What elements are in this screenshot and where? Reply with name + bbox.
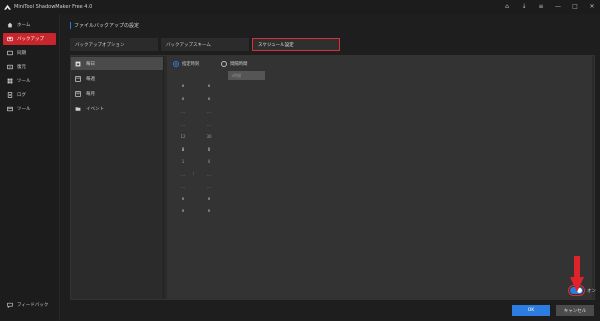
schedule-type-label: イベント bbox=[86, 106, 104, 112]
settings-panel: 毎日 毎週 毎月 イベント 指定時刻 間隔時間 1時間 ∧ ∧ ... ... … bbox=[70, 55, 595, 300]
minimize-button[interactable]: — bbox=[554, 3, 562, 11]
title-bar: MiniTool ShadowMaker Free 4.0 ⌂ ↓ ≡ — □ … bbox=[0, 0, 600, 14]
sidebar-item-label: ツール bbox=[17, 107, 31, 112]
app-logo-icon bbox=[4, 4, 11, 11]
download-icon[interactable]: ↓ bbox=[520, 3, 528, 11]
app-title: MiniTool ShadowMaker Free 4.0 bbox=[14, 4, 93, 10]
schedule-type-daily[interactable]: 毎日 bbox=[71, 57, 163, 70]
minute-value: ... bbox=[207, 109, 211, 114]
tab-backup-options[interactable]: バックアップオプション bbox=[70, 38, 158, 51]
time-colon: : bbox=[193, 171, 195, 176]
radio-label: 指定時刻 bbox=[182, 62, 200, 67]
radio-interval-time[interactable]: 間隔時間 bbox=[221, 61, 247, 67]
settings-tabs: バックアップオプション バックアップスキーム スケジュール設定 bbox=[70, 38, 340, 51]
annotation-arrow-icon bbox=[570, 256, 584, 292]
minute-value: ... bbox=[207, 171, 211, 177]
tool2-icon bbox=[7, 106, 13, 112]
hour-value: ... bbox=[181, 184, 185, 189]
schedule-type-list: 毎日 毎週 毎月 イベント bbox=[71, 56, 164, 299]
sidebar-item-restore[interactable]: 復元 bbox=[3, 61, 56, 73]
hour-picker[interactable]: ∧ ∧ ... ... 12 8 1 ... ... ∨ ∨ bbox=[177, 81, 189, 219]
log-icon bbox=[7, 92, 13, 98]
daily-icon bbox=[75, 61, 81, 67]
schedule-settings-area: 指定時刻 間隔時間 1時間 ∧ ∧ ... ... 12 8 1 ... ...… bbox=[167, 56, 592, 299]
sidebar: ホーム バックアップ 同期 復元 ツール ログ ツール フィードバック bbox=[0, 14, 60, 321]
page-title-bar: ファイルバックアップの設定 bbox=[70, 22, 139, 29]
minute-down-icon[interactable]: ∨ bbox=[203, 194, 215, 207]
hour-value: 1 bbox=[181, 159, 185, 164]
interval-input[interactable]: 1時間 bbox=[228, 71, 265, 80]
close-button[interactable]: ✕ bbox=[588, 3, 596, 11]
monthly-icon bbox=[75, 90, 81, 97]
window-controls: ⌂ ↓ ≡ — □ ✕ bbox=[503, 3, 596, 11]
hour-value: ... bbox=[181, 109, 185, 114]
minute-value: ... bbox=[207, 121, 211, 127]
backup-icon bbox=[7, 36, 13, 42]
minute-up-icon[interactable]: ∧ bbox=[203, 81, 215, 94]
hour-up-icon[interactable]: ∧ bbox=[177, 94, 189, 107]
sidebar-item-sync[interactable]: 同期 bbox=[3, 47, 56, 59]
hour-down-icon[interactable]: ∨ bbox=[177, 206, 189, 219]
ok-button[interactable]: OK bbox=[512, 305, 550, 316]
page-title: ファイルバックアップの設定 bbox=[74, 23, 140, 29]
feedback-icon bbox=[7, 302, 13, 308]
minute-down-icon[interactable]: ∨ bbox=[203, 206, 215, 219]
minute-value: 0 bbox=[207, 159, 211, 164]
schedule-type-event[interactable]: イベント bbox=[71, 102, 163, 115]
sidebar-item-label: ログ bbox=[17, 93, 26, 98]
hour-up-icon[interactable]: ∧ bbox=[177, 81, 189, 94]
sidebar-item-backup[interactable]: バックアップ bbox=[3, 33, 56, 45]
minute-up-icon[interactable]: ∧ bbox=[203, 94, 215, 107]
radio-button bbox=[221, 61, 228, 67]
hour-value: ... bbox=[181, 121, 185, 127]
feedback-label: フィードバック bbox=[17, 303, 49, 308]
sidebar-item-label: ツール bbox=[17, 79, 31, 84]
home-icon bbox=[7, 22, 13, 28]
restore-icon bbox=[7, 64, 13, 70]
radio-fixed-time[interactable]: 指定時刻 bbox=[173, 61, 199, 67]
schedule-type-monthly[interactable]: 毎月 bbox=[71, 87, 163, 100]
sidebar-item-tool2[interactable]: ツール bbox=[3, 103, 56, 115]
schedule-type-label: 毎日 bbox=[86, 61, 95, 67]
radio-label: 間隔時間 bbox=[230, 62, 248, 67]
hour-down-icon[interactable]: ∨ bbox=[177, 194, 189, 207]
hour-value-selected: 8 bbox=[181, 146, 185, 152]
sidebar-item-log[interactable]: ログ bbox=[3, 89, 56, 101]
cancel-button[interactable]: キャンセル bbox=[556, 305, 594, 316]
menu-icon[interactable]: ≡ bbox=[537, 3, 545, 11]
schedule-type-label: 毎週 bbox=[86, 76, 95, 82]
sidebar-item-tools[interactable]: ツール bbox=[3, 75, 56, 87]
radio-button-selected bbox=[173, 61, 179, 67]
tab-schedule-settings[interactable]: スケジュール設定 bbox=[252, 38, 340, 51]
schedule-type-label: 毎月 bbox=[86, 91, 95, 97]
home-shortcut-icon[interactable]: ⌂ bbox=[503, 3, 511, 11]
schedule-type-weekly[interactable]: 毎週 bbox=[71, 72, 163, 85]
sidebar-item-label: 同期 bbox=[17, 51, 26, 56]
sidebar-item-label: バックアップ bbox=[17, 37, 44, 42]
sidebar-nav: ホーム バックアップ 同期 復元 ツール ログ ツール bbox=[0, 19, 59, 117]
dialog-footer: オン OK キャンセル bbox=[60, 285, 600, 321]
event-icon bbox=[75, 106, 81, 112]
title-accent-bar bbox=[70, 22, 71, 29]
schedule-mode-options: 指定時刻 間隔時間 bbox=[173, 61, 247, 67]
main-content: ファイルバックアップの設定 バックアップオプション バックアップスキーム スケジ… bbox=[60, 14, 600, 321]
tools-icon bbox=[7, 78, 13, 84]
sync-icon bbox=[7, 50, 13, 56]
hour-value: ... bbox=[181, 171, 185, 177]
weekly-icon bbox=[75, 75, 81, 82]
minute-value: ... bbox=[207, 184, 211, 189]
sidebar-item-feedback[interactable]: フィードバック bbox=[3, 299, 56, 311]
toggle-label: オン bbox=[587, 288, 596, 294]
sidebar-item-label: ホーム bbox=[17, 23, 31, 28]
minute-picker[interactable]: ∧ ∧ ... ... 30 0 0 ... ... ∨ ∨ bbox=[203, 81, 215, 219]
minute-value: 30 bbox=[206, 134, 212, 139]
hour-value: 12 bbox=[180, 134, 186, 139]
sidebar-item-home[interactable]: ホーム bbox=[3, 19, 56, 31]
sidebar-item-label: 復元 bbox=[17, 65, 26, 70]
minute-value-selected: 0 bbox=[207, 146, 211, 152]
maximize-button[interactable]: □ bbox=[571, 3, 579, 11]
tab-backup-scheme[interactable]: バックアップスキーム bbox=[161, 38, 249, 51]
